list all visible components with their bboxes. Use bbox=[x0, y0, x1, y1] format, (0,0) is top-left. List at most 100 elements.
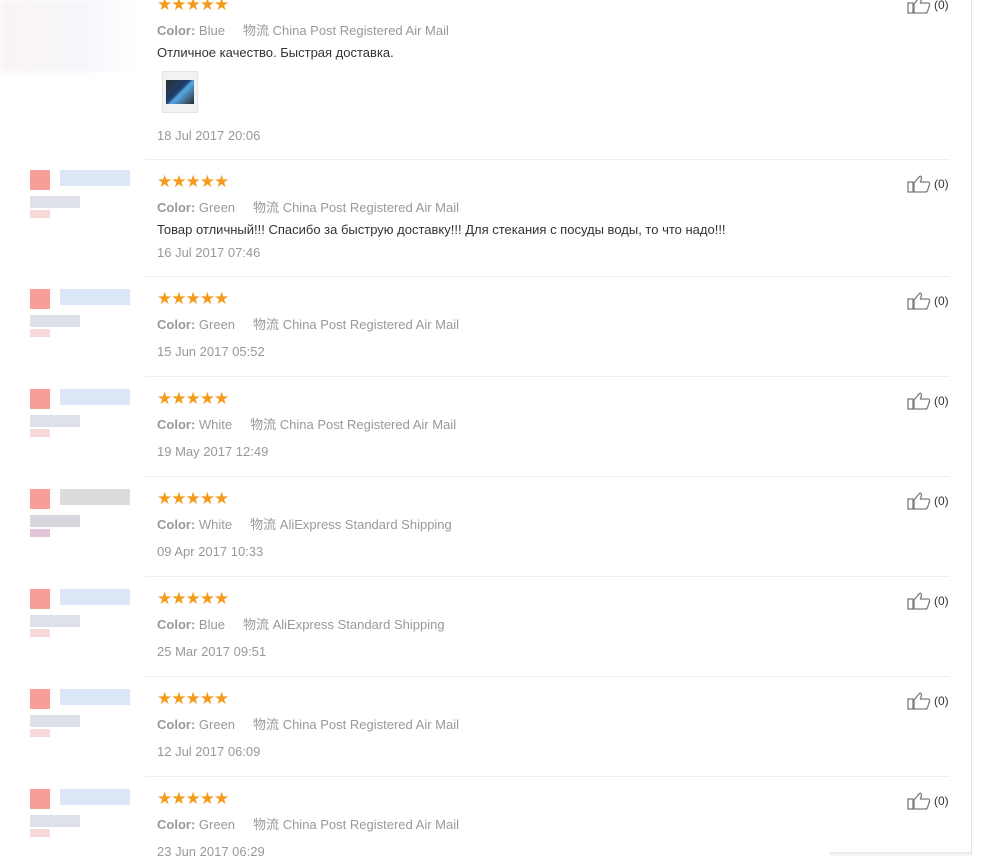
shipping-value: China Post Registered Air Mail bbox=[282, 817, 459, 832]
shipping-label: 物流 bbox=[242, 617, 269, 632]
review-meta: Color: Green 物流 China Post Registered Air… bbox=[157, 314, 459, 333]
star-rating: ★★★★★ bbox=[157, 489, 229, 509]
thumbs-up-icon bbox=[907, 792, 931, 810]
like-button[interactable]: (0) bbox=[907, 292, 949, 310]
shipping-label: 物流 bbox=[253, 200, 280, 215]
review-date: 12 Jul 2017 06:09 bbox=[157, 744, 261, 759]
feedback-text: Товар отличный!!! Спасибо за быструю дос… bbox=[157, 222, 726, 237]
review-date: 25 Mar 2017 09:51 bbox=[157, 644, 267, 659]
star-rating: ★★★★★ bbox=[157, 0, 229, 15]
color-label: Color: bbox=[157, 617, 196, 632]
thumbs-up-icon bbox=[907, 492, 931, 510]
star-rating: ★★★★★ bbox=[157, 172, 229, 192]
shipping-value: China Post Registered Air Mail bbox=[272, 23, 449, 38]
like-button[interactable]: (0) bbox=[907, 175, 949, 193]
blurred-buyer-info bbox=[30, 689, 136, 761]
review-meta: Color: White 物流 AliExpress Standard Shipp… bbox=[157, 514, 452, 533]
star-rating: ★★★★★ bbox=[157, 789, 229, 809]
like-button[interactable]: (0) bbox=[907, 692, 949, 710]
color-label: Color: bbox=[157, 317, 196, 332]
star-rating: ★★★★★ bbox=[157, 389, 229, 409]
star-rating: ★★★★★ bbox=[157, 289, 229, 309]
panel-border bbox=[971, 0, 972, 857]
thumbs-up-icon bbox=[907, 392, 931, 410]
like-count: (0) bbox=[934, 494, 949, 508]
color-value: Blue bbox=[198, 23, 225, 38]
color-label: Color: bbox=[157, 200, 196, 215]
color-label: Color: bbox=[157, 23, 196, 38]
feedback-text: Отличное качество. Быстрая доставка. bbox=[157, 45, 394, 60]
divider bbox=[145, 576, 950, 577]
like-count: (0) bbox=[934, 0, 949, 12]
feedback-list: ★★★★★ Color: Blue 物流 China Post Registere… bbox=[0, 0, 987, 857]
like-button[interactable]: (0) bbox=[907, 392, 949, 410]
blurred-buyer-info bbox=[30, 289, 136, 361]
shipping-value: AliExpress Standard Shipping bbox=[272, 617, 445, 632]
divider bbox=[145, 676, 950, 677]
like-button[interactable]: (0) bbox=[907, 792, 949, 810]
thumbs-up-icon bbox=[907, 592, 931, 610]
like-button[interactable]: (0) bbox=[907, 0, 949, 14]
thumbs-up-icon bbox=[907, 175, 931, 193]
like-count: (0) bbox=[934, 177, 949, 191]
color-label: Color: bbox=[157, 417, 196, 432]
shipping-value: China Post Registered Air Mail bbox=[282, 717, 459, 732]
like-button[interactable]: (0) bbox=[907, 492, 949, 510]
panel-shadow bbox=[830, 852, 972, 857]
color-value: Green bbox=[198, 717, 236, 732]
shipping-value: China Post Registered Air Mail bbox=[282, 200, 459, 215]
review-date: 23 Jun 2017 06:29 bbox=[157, 844, 265, 857]
like-button[interactable]: (0) bbox=[907, 592, 949, 610]
review-date: 18 Jul 2017 20:06 bbox=[157, 128, 261, 143]
like-count: (0) bbox=[934, 694, 949, 708]
thumbs-up-icon bbox=[907, 292, 931, 310]
blurred-buyer-info bbox=[0, 0, 140, 72]
shipping-label: 物流 bbox=[253, 817, 280, 832]
review-date: 09 Apr 2017 10:33 bbox=[157, 544, 264, 559]
shipping-label: 物流 bbox=[242, 23, 269, 38]
color-value: White bbox=[198, 417, 233, 432]
divider bbox=[145, 376, 950, 377]
like-count: (0) bbox=[934, 794, 949, 808]
thumbs-up-icon bbox=[907, 0, 931, 14]
divider bbox=[145, 476, 950, 477]
color-value: Green bbox=[198, 317, 236, 332]
like-count: (0) bbox=[934, 294, 949, 308]
blurred-buyer-info bbox=[30, 789, 136, 857]
divider bbox=[145, 776, 950, 777]
blurred-buyer-info bbox=[30, 389, 136, 461]
like-count: (0) bbox=[934, 394, 949, 408]
review-meta: Color: Green 物流 China Post Registered Air… bbox=[157, 197, 459, 216]
review-date: 19 May 2017 12:49 bbox=[157, 444, 269, 459]
color-value: White bbox=[198, 517, 233, 532]
shipping-label: 物流 bbox=[253, 717, 280, 732]
color-label: Color: bbox=[157, 717, 196, 732]
review-meta: Color: Green 物流 China Post Registered Air… bbox=[157, 714, 459, 733]
shipping-value: China Post Registered Air Mail bbox=[282, 317, 459, 332]
color-value: Blue bbox=[198, 617, 225, 632]
review-meta: Color: Blue 物流 AliExpress Standard Shippi… bbox=[157, 614, 445, 633]
blurred-buyer-info bbox=[30, 589, 136, 661]
review-date: 16 Jul 2017 07:46 bbox=[157, 245, 261, 260]
review-meta: Color: White 物流 China Post Registered Air… bbox=[157, 414, 456, 433]
review-photo[interactable] bbox=[162, 71, 198, 113]
star-rating: ★★★★★ bbox=[157, 689, 229, 709]
color-value: Green bbox=[198, 817, 236, 832]
thumbs-up-icon bbox=[907, 692, 931, 710]
star-rating: ★★★★★ bbox=[157, 589, 229, 609]
shipping-value: AliExpress Standard Shipping bbox=[279, 517, 452, 532]
shipping-label: 物流 bbox=[250, 517, 277, 532]
color-value: Green bbox=[198, 200, 236, 215]
divider bbox=[145, 159, 950, 160]
blurred-buyer-info bbox=[30, 489, 136, 561]
shipping-value: China Post Registered Air Mail bbox=[279, 417, 457, 432]
review-meta: Color: Blue 物流 China Post Registered Air … bbox=[157, 20, 449, 39]
divider bbox=[145, 276, 950, 277]
review-meta: Color: Green 物流 China Post Registered Air… bbox=[157, 814, 459, 833]
blurred-buyer-info bbox=[30, 170, 136, 242]
color-label: Color: bbox=[157, 517, 196, 532]
review-date: 15 Jun 2017 05:52 bbox=[157, 344, 265, 359]
like-count: (0) bbox=[934, 594, 949, 608]
shipping-label: 物流 bbox=[250, 417, 277, 432]
color-label: Color: bbox=[157, 817, 196, 832]
